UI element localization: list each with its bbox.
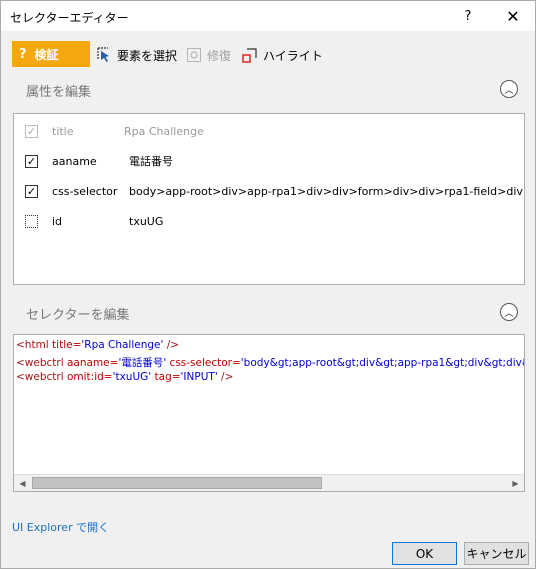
code-value: 'INPUT' [180, 371, 218, 383]
selector-editor-window: セレクターエディター ? ✕ ? 検証 要素を選択 修復 ハイライト 属性を編集… [0, 0, 536, 569]
attribute-value: Rpa Challenge [124, 124, 204, 138]
code-line-1: <html title='Rpa Challenge' /> [16, 339, 179, 351]
select-element-button[interactable]: 要素を選択 [96, 45, 177, 65]
verify-label: 検証 [34, 47, 59, 62]
code-attr: aaname= [63, 357, 119, 369]
attribute-checkbox-id[interactable] [25, 214, 38, 228]
attribute-checkbox-css-selector[interactable]: ✓ [25, 184, 38, 198]
open-ui-explorer-link[interactable]: UI Explorer で開く [12, 519, 109, 535]
selector-code-editor[interactable]: <html title='Rpa Challenge' /> <webctrl … [13, 334, 525, 492]
ok-button[interactable]: OK [392, 542, 457, 565]
code-tag-close: /> [217, 371, 234, 383]
code-tag: <webctrl [16, 357, 64, 369]
attribute-row-aaname: ✓ aaname 電話番号 [14, 146, 524, 176]
help-button[interactable]: ? [446, 1, 490, 31]
attributes-section-title: 属性を編集 [26, 85, 92, 100]
code-value: '電話番号' [118, 357, 167, 369]
window-title: セレクターエディター [10, 11, 129, 25]
selector-collapse-button[interactable]: ︿ [500, 303, 518, 321]
attribute-row-title: ✓ title Rpa Challenge [14, 116, 524, 146]
select-element-label: 要素を選択 [117, 48, 178, 63]
attribute-row-css-selector: ✓ css-selector body>app-root>div>app-rpa… [14, 176, 524, 206]
attribute-name: title [52, 124, 74, 138]
code-tag: <html [16, 339, 49, 351]
chevron-up-icon: ︿ [504, 308, 514, 319]
selector-section-title: セレクターを編集 [26, 308, 130, 323]
attribute-name: id [52, 214, 63, 228]
repair-button[interactable]: 修復 [186, 45, 231, 65]
attribute-value[interactable]: 電話番号 [129, 153, 173, 169]
repair-icon [186, 47, 202, 63]
scroll-right-icon[interactable]: ▶ [507, 475, 524, 491]
question-icon: ? [19, 46, 27, 62]
code-attr: title= [48, 339, 82, 351]
close-button[interactable]: ✕ [491, 1, 535, 31]
attribute-checkbox-title: ✓ [25, 124, 38, 138]
code-attr: css-selector= [166, 357, 241, 369]
attributes-panel: ✓ title Rpa Challenge ✓ aaname 電話番号 ✓ cs… [13, 113, 525, 285]
attributes-collapse-button[interactable]: ︿ [500, 80, 518, 98]
code-attr: tag= [151, 371, 181, 383]
attribute-checkbox-aaname[interactable]: ✓ [25, 154, 38, 168]
chevron-up-icon: ︿ [504, 85, 514, 96]
highlight-label: ハイライト [263, 48, 323, 63]
repair-label: 修復 [207, 48, 232, 63]
scroll-left-icon[interactable]: ◀ [14, 475, 31, 491]
code-value: 'txuUG' [112, 371, 152, 383]
code-value: 'Rpa Challenge' [81, 339, 164, 351]
toolbar: ? 検証 要素を選択 修復 ハイライト [1, 41, 535, 69]
attribute-row-id: id txuUG [14, 206, 524, 236]
title-bar: セレクターエディター ? ✕ [1, 1, 535, 31]
code-attr: omit:id= [63, 371, 113, 383]
code-line-2: <webctrl aaname='電話番号' css-selector='bod… [16, 355, 524, 370]
code-line-3: <webctrl omit:id='txuUG' tag='INPUT' /> [16, 371, 233, 383]
cursor-select-icon [96, 47, 112, 63]
cancel-button[interactable]: キャンセル [464, 542, 529, 565]
highlight-button[interactable]: ハイライト [242, 45, 323, 65]
attribute-value[interactable]: body>app-root>div>app-rpa1>div>div>form>… [129, 185, 523, 198]
attribute-name: aaname [52, 154, 97, 168]
code-tag-close: /> [163, 339, 180, 351]
scrollbar-thumb[interactable] [32, 477, 322, 489]
attribute-name: css-selector [52, 184, 118, 198]
attribute-value[interactable]: txuUG [129, 215, 163, 228]
code-value: 'body&gt;app-root&gt;div&gt;app-rpa1&gt;… [240, 357, 524, 369]
code-tag: <webctrl [16, 371, 64, 383]
horizontal-scrollbar[interactable]: ◀ ▶ [14, 474, 524, 491]
verify-button[interactable]: ? 検証 [12, 41, 90, 67]
highlight-icon [242, 47, 258, 63]
